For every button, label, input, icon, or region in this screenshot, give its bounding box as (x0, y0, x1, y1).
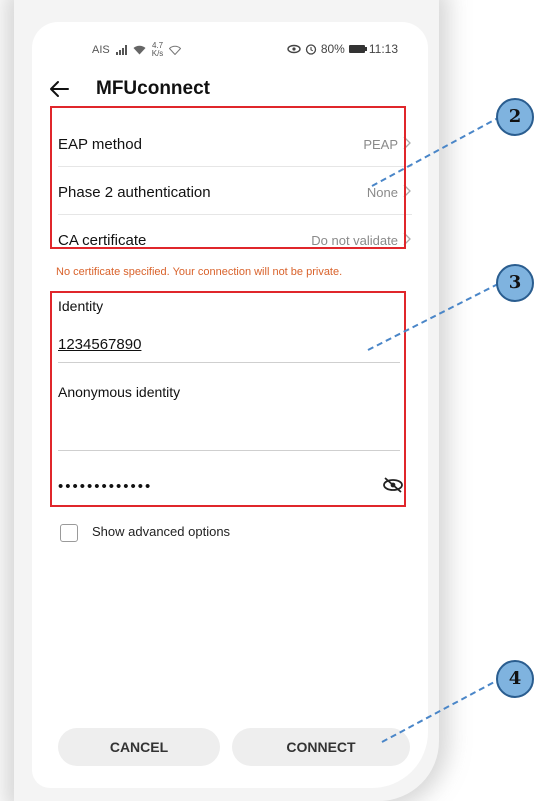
battery-percent: 80% (320, 42, 345, 56)
certificate-warning: No certificate specified. Your connectio… (56, 266, 343, 278)
status-bar: AIS 4.7 K/s 80% 11:13 (32, 22, 428, 64)
alarm-icon (305, 44, 316, 55)
battery-icon (348, 45, 367, 53)
status-right: 80% 11:13 (287, 42, 398, 56)
highlight-box-security (50, 106, 406, 249)
highlight-box-credentials (50, 291, 406, 507)
callout-2: 2 (496, 98, 534, 136)
network-speed: 4.7 K/s (152, 42, 164, 58)
advanced-options-checkbox[interactable] (60, 524, 78, 542)
wifi-icon (133, 45, 146, 55)
speed-unit: K/s (151, 49, 164, 58)
connect-button[interactable]: CONNECT (232, 728, 410, 766)
callout-4: 4 (496, 660, 534, 698)
eye-comfort-icon (287, 44, 301, 54)
page-header: MFUconnect (32, 72, 428, 108)
cancel-button[interactable]: CANCEL (58, 728, 220, 766)
page-title: MFUconnect (96, 78, 210, 99)
signal-icon (115, 45, 127, 55)
clock: 11:13 (368, 42, 398, 56)
carrier-label: AIS (92, 44, 110, 56)
status-left: AIS 4.7 K/s (92, 42, 182, 58)
callout-3: 3 (496, 264, 534, 302)
back-arrow-icon[interactable] (46, 76, 72, 102)
advanced-options-label: Show advanced options (92, 524, 231, 539)
wifi-calling-icon (169, 45, 182, 55)
